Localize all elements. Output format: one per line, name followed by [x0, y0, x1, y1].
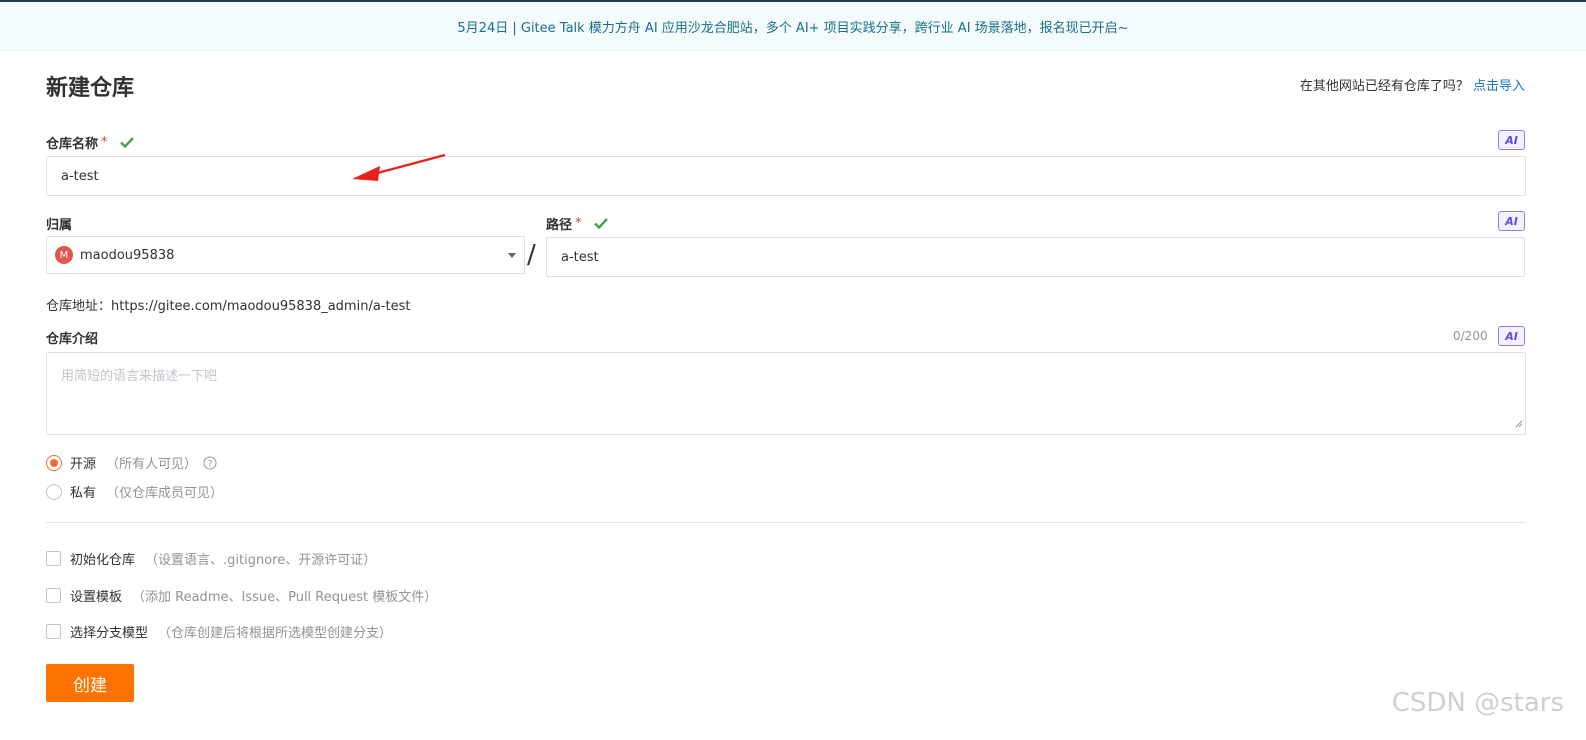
radio-private[interactable]	[46, 483, 62, 500]
option-hint: （设置语言、.gitignore、开源许可证）	[145, 553, 377, 568]
avatar: M	[55, 246, 73, 264]
path-separator: /	[527, 240, 536, 270]
radio-public[interactable]	[46, 454, 62, 471]
banner-text[interactable]: 5月24日 | Gitee Talk 模力方舟 AI 应用沙龙合肥站，多个 AI…	[457, 17, 1128, 36]
repo-address: 仓库地址：https://gitee.com/maodou95838_admin…	[46, 299, 411, 314]
checkbox[interactable]	[46, 624, 61, 639]
checkbox[interactable]	[46, 588, 61, 603]
ai-assist-button[interactable]: AI	[1498, 326, 1525, 346]
visibility-option-public[interactable]: 开源 （所有人可见） ?	[46, 453, 217, 472]
option-label: 选择分支模型	[70, 626, 149, 641]
repo-name-label-text: 仓库名称	[46, 137, 99, 152]
visibility-hint: （所有人可见）	[106, 457, 198, 472]
check-icon	[119, 137, 134, 148]
description-label-text: 仓库介绍	[46, 332, 99, 347]
ai-assist-button[interactable]: AI	[1498, 130, 1525, 150]
repo-name-label: 仓库名称 *	[46, 133, 134, 152]
owner-select[interactable]: M maodou95838	[46, 236, 525, 274]
branch-model-option[interactable]: 选择分支模型 （仓库创建后将根据所选模型创建分支）	[46, 622, 392, 641]
import-prefix: 在其他网站已经有仓库了吗？	[1299, 79, 1469, 94]
visibility-hint: （仅仓库成员可见）	[106, 486, 224, 501]
description-placeholder: 用简短的语言来描述一下吧	[61, 369, 218, 384]
annotation-arrow-icon	[352, 153, 446, 181]
required-mark: *	[101, 135, 108, 150]
path-label-text: 路径	[546, 218, 573, 233]
description-textarea[interactable]: 用简短的语言来描述一下吧	[46, 352, 1526, 435]
create-button[interactable]: 创建	[46, 664, 134, 702]
option-label: 初始化仓库	[70, 553, 136, 568]
template-option[interactable]: 设置模板 （添加 Readme、Issue、Pull Request 模板文件）	[46, 586, 437, 605]
option-hint: （仓库创建后将根据所选模型创建分支）	[158, 626, 393, 641]
import-link[interactable]: 点击导入	[1473, 79, 1525, 94]
char-counter: 0/200	[1453, 329, 1488, 343]
check-icon	[593, 218, 608, 229]
repo-name-input[interactable]: a-test	[46, 156, 1526, 196]
divider	[46, 522, 1526, 523]
option-label: 设置模板	[70, 590, 123, 605]
path-input[interactable]: a-test	[546, 237, 1525, 277]
description-label: 仓库介绍	[46, 328, 98, 347]
svg-text:?: ?	[208, 459, 213, 469]
help-icon[interactable]: ?	[203, 456, 217, 470]
visibility-label: 开源	[70, 457, 97, 472]
visibility-label: 私有	[70, 486, 97, 501]
resize-handle-icon[interactable]	[1515, 417, 1523, 432]
ai-assist-button[interactable]: AI	[1498, 211, 1525, 231]
init-repo-option[interactable]: 初始化仓库 （设置语言、.gitignore、开源许可证）	[46, 549, 376, 568]
option-hint: （添加 Readme、Issue、Pull Request 模板文件）	[132, 590, 438, 605]
checkbox[interactable]	[46, 551, 61, 566]
announcement-banner[interactable]: 5月24日 | Gitee Talk 模力方舟 AI 应用沙龙合肥站，多个 AI…	[0, 2, 1586, 51]
watermark: CSDN @stars	[1391, 688, 1564, 718]
visibility-option-private[interactable]: 私有 （仅仓库成员可见）	[46, 482, 223, 501]
path-label: 路径 *	[546, 214, 608, 233]
chevron-down-icon	[508, 253, 516, 258]
owner-label: 归属	[46, 214, 72, 233]
owner-label-text: 归属	[46, 218, 73, 233]
owner-value: maodou95838	[80, 247, 175, 263]
required-mark: *	[575, 216, 582, 231]
page-title: 新建仓库	[46, 76, 135, 101]
import-prompt: 在其他网站已经有仓库了吗？ 点击导入	[1300, 75, 1525, 94]
